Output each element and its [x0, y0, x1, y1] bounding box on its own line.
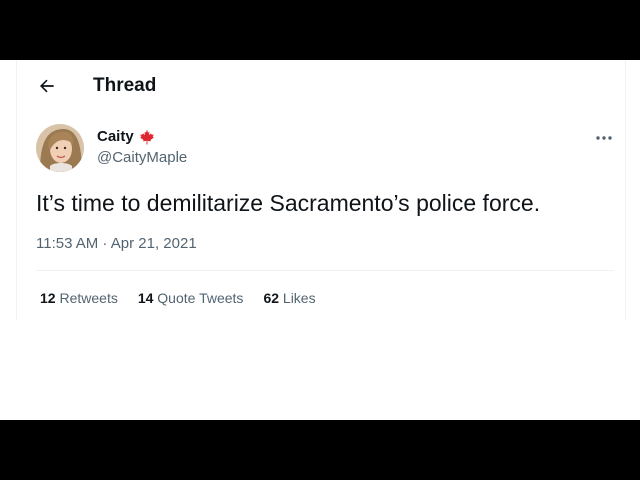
divider	[36, 270, 614, 271]
back-button[interactable]	[35, 74, 59, 98]
quote-tweets-label: Quote Tweets	[157, 290, 244, 306]
likes-count: 62	[263, 290, 280, 306]
quote-tweets-stat[interactable]: 14 Quote Tweets	[138, 289, 244, 307]
author-handle[interactable]: @CaityMaple	[97, 149, 187, 167]
maple-leaf-icon	[139, 129, 154, 145]
author-name-row[interactable]: Caity	[97, 128, 156, 146]
tweet-page: Thread Caity @CaityMaple It’s time to de…	[0, 60, 640, 420]
thread-header: Thread	[17, 60, 625, 112]
quote-tweets-count: 14	[137, 290, 154, 306]
thread-column: Thread Caity @CaityMaple It’s time to de…	[16, 60, 626, 320]
tweet-timestamp[interactable]: 11:53 AM · Apr 21, 2021	[36, 235, 197, 253]
avatar-image	[36, 124, 84, 172]
retweets-label: Retweets	[59, 290, 118, 306]
letterbox-bottom	[0, 420, 640, 480]
tweet-stats: 12 Retweets 14 Quote Tweets 62 Likes	[40, 289, 316, 307]
avatar[interactable]	[36, 124, 84, 172]
page-title: Thread	[93, 75, 157, 96]
retweets-count: 12	[40, 290, 56, 306]
more-options-button[interactable]	[591, 128, 617, 148]
likes-label: Likes	[282, 290, 316, 306]
author-name: Caity	[97, 128, 134, 145]
more-horizontal-icon	[596, 136, 612, 140]
tweet-text: It’s time to demilitarize Sacramento’s p…	[36, 190, 541, 216]
arrow-left-icon	[40, 79, 54, 93]
letterbox-top	[0, 0, 640, 60]
retweets-stat[interactable]: 12 Retweets	[40, 289, 118, 307]
likes-stat[interactable]: 62 Likes	[263, 289, 315, 307]
